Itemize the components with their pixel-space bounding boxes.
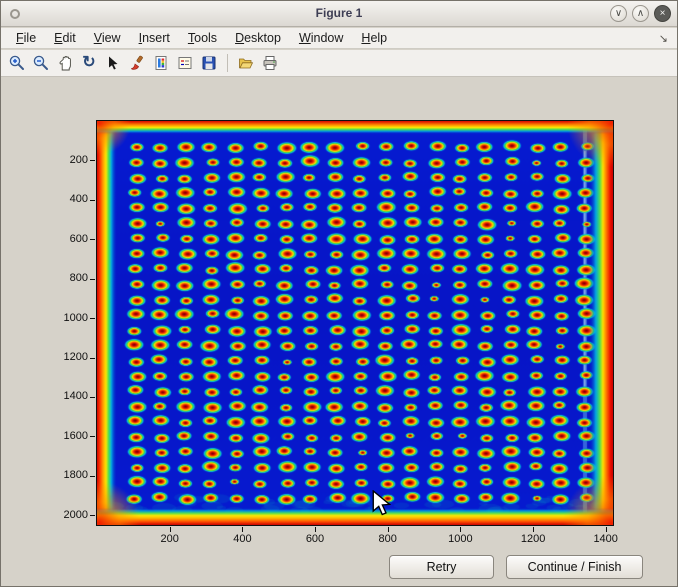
x-tick-mark [388,527,389,532]
y-tick-mark [90,397,95,398]
rotate-3d-icon: ↻ [82,55,95,71]
y-tick-label: 2000 [46,509,88,521]
y-tick-label: 1200 [46,351,88,363]
x-tick-mark [242,527,243,532]
y-tick-mark [90,358,95,359]
continue-finish-button[interactable]: Continue / Finish [506,555,643,579]
colorbar-icon [152,54,170,72]
open-button[interactable] [235,52,257,74]
print-button[interactable] [259,52,281,74]
window-controls: ∨ ∧ × [610,5,671,22]
window-title: Figure 1 [1,6,677,20]
x-tick-label: 600 [293,533,337,545]
x-tick-label: 1200 [511,533,555,545]
menu-window[interactable]: Window [290,29,352,47]
y-tick-mark [90,436,95,437]
x-tick-label: 1000 [438,533,482,545]
data-cursor-icon [104,54,122,72]
x-tick-label: 400 [220,533,264,545]
save-button[interactable] [198,52,220,74]
heatmap-image[interactable] [97,121,613,525]
brush-button[interactable] [126,52,148,74]
x-tick-mark [460,527,461,532]
y-tick-mark [90,318,95,319]
zoom-in-icon [8,54,26,72]
menu-bar: FileEditViewInsertToolsDesktopWindowHelp… [1,28,677,49]
x-tick-mark [606,527,607,532]
data-cursor-button[interactable] [102,52,124,74]
x-tick-mark [533,527,534,532]
x-tick-mark [315,527,316,532]
y-tick-mark [90,515,95,516]
toolbar-separator [227,54,228,72]
title-bar[interactable]: Figure 1 ∨ ∧ × [1,1,677,27]
zoom-out-icon [32,54,50,72]
x-tick-label: 200 [148,533,192,545]
y-tick-mark [90,160,95,161]
menu-tools[interactable]: Tools [179,29,226,47]
menu-desktop[interactable]: Desktop [226,29,290,47]
y-tick-mark [90,476,95,477]
y-tick-label: 200 [46,154,88,166]
x-tick-mark [170,527,171,532]
legend-button[interactable] [174,52,196,74]
zoom-in-button[interactable] [6,52,28,74]
menu-overflow-icon[interactable]: ↘ [659,32,677,45]
close-button[interactable]: × [654,5,671,22]
y-tick-label: 1800 [46,469,88,481]
open-folder-icon [237,54,255,72]
y-tick-label: 800 [46,272,88,284]
printer-icon [261,54,279,72]
y-tick-label: 1000 [46,312,88,324]
colorbar-button[interactable] [150,52,172,74]
y-tick-mark [90,279,95,280]
menu-edit[interactable]: Edit [45,29,85,47]
y-tick-label: 400 [46,193,88,205]
y-tick-label: 1600 [46,430,88,442]
plot-area[interactable] [96,120,614,526]
y-tick-label: 600 [46,233,88,245]
retry-button[interactable]: Retry [389,555,494,579]
zoom-out-button[interactable] [30,52,52,74]
menu-view[interactable]: View [85,29,130,47]
rotate-3d-button[interactable]: ↻ [78,52,100,74]
y-tick-label: 1400 [46,390,88,402]
save-icon [200,54,218,72]
y-tick-mark [90,239,95,240]
brush-icon [128,54,146,72]
x-tick-label: 800 [366,533,410,545]
menu-insert[interactable]: Insert [130,29,179,47]
x-tick-label: 1400 [584,533,628,545]
y-tick-mark [90,200,95,201]
legend-icon [176,54,194,72]
menu-file[interactable]: File [7,29,45,47]
shade-button[interactable]: ∨ [610,5,627,22]
pan-button[interactable] [54,52,76,74]
hand-icon [56,54,74,72]
menu-help[interactable]: Help [352,29,396,47]
maximize-button[interactable]: ∧ [632,5,649,22]
toolbar: ↻ [1,50,677,77]
figure-window: Figure 1 ∨ ∧ × FileEditViewInsertToolsDesk… [0,0,678,587]
